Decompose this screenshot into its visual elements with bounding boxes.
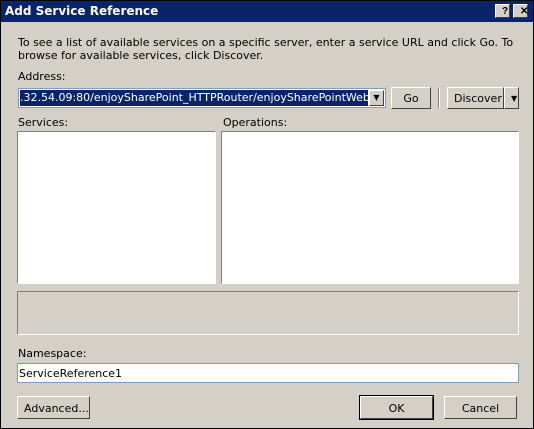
toolbar-separator xyxy=(438,88,440,108)
discover-button[interactable]: Discover xyxy=(447,87,504,109)
go-button[interactable]: Go xyxy=(391,87,431,109)
services-label: Services: xyxy=(18,116,69,129)
discover-dropdown-icon[interactable]: ▼ xyxy=(504,87,519,109)
operations-label: Operations: xyxy=(223,116,288,129)
address-combobox[interactable]: .32.54.09:80/enjoySharePoint_HTTPRouter/… xyxy=(18,88,386,108)
address-input[interactable]: .32.54.09:80/enjoySharePoint_HTTPRouter/… xyxy=(20,90,368,106)
namespace-input[interactable] xyxy=(17,363,519,383)
namespace-label: Namespace: xyxy=(18,347,87,360)
instructions-text: To see a list of available services on a… xyxy=(18,36,514,62)
dialog-title: Add Service Reference xyxy=(5,4,159,18)
status-message-area xyxy=(17,291,519,335)
add-service-reference-dialog: Add Service Reference ? ✕ To see a list … xyxy=(0,0,534,429)
title-bar[interactable]: Add Service Reference ? ✕ xyxy=(1,1,533,22)
cancel-button[interactable]: Cancel xyxy=(444,396,517,419)
address-label: Address: xyxy=(18,70,66,83)
close-button[interactable]: ✕ xyxy=(513,4,528,18)
help-button[interactable]: ? xyxy=(495,4,510,18)
ok-button[interactable]: OK xyxy=(359,395,434,420)
advanced-button[interactable]: Advanced... xyxy=(17,396,90,419)
operations-list[interactable] xyxy=(221,131,519,284)
services-tree[interactable] xyxy=(17,131,216,284)
address-dropdown-icon[interactable]: ▼ xyxy=(369,90,384,106)
